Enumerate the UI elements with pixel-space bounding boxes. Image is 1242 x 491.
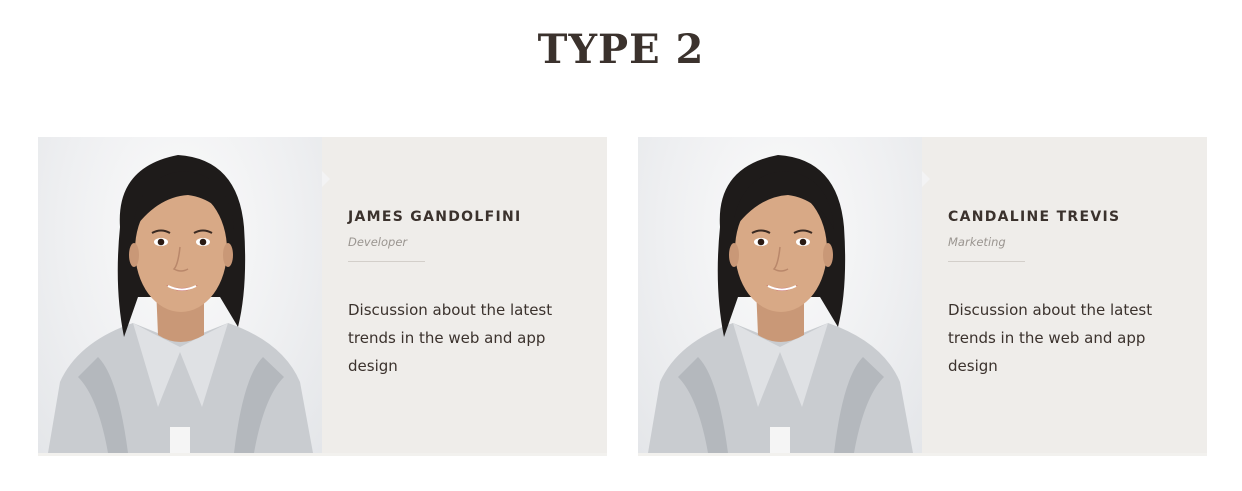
member-photo xyxy=(38,137,322,453)
member-description: Discussion about the latest trends in th… xyxy=(948,301,1153,375)
member-role: Developer xyxy=(348,235,408,249)
member-info: JAMES GANDOLFINI Developer Discussion ab… xyxy=(348,207,588,380)
member-description: Discussion about the latest trends in th… xyxy=(348,301,553,375)
team-member-card: JAMES GANDOLFINI Developer Discussion ab… xyxy=(38,137,607,456)
divider xyxy=(948,261,1025,262)
divider xyxy=(348,261,425,262)
team-member-card: CANDALINE TREVIS Marketing Discussion ab… xyxy=(638,137,1207,456)
member-name: JAMES GANDOLFINI xyxy=(348,209,522,225)
member-name: CANDALINE TREVIS xyxy=(948,209,1121,225)
card-pointer xyxy=(922,171,930,187)
member-role: Marketing xyxy=(948,235,1006,249)
member-info: CANDALINE TREVIS Marketing Discussion ab… xyxy=(948,207,1188,380)
section-title: TYPE 2 xyxy=(537,26,705,73)
member-photo xyxy=(638,137,922,453)
card-pointer xyxy=(322,171,330,187)
